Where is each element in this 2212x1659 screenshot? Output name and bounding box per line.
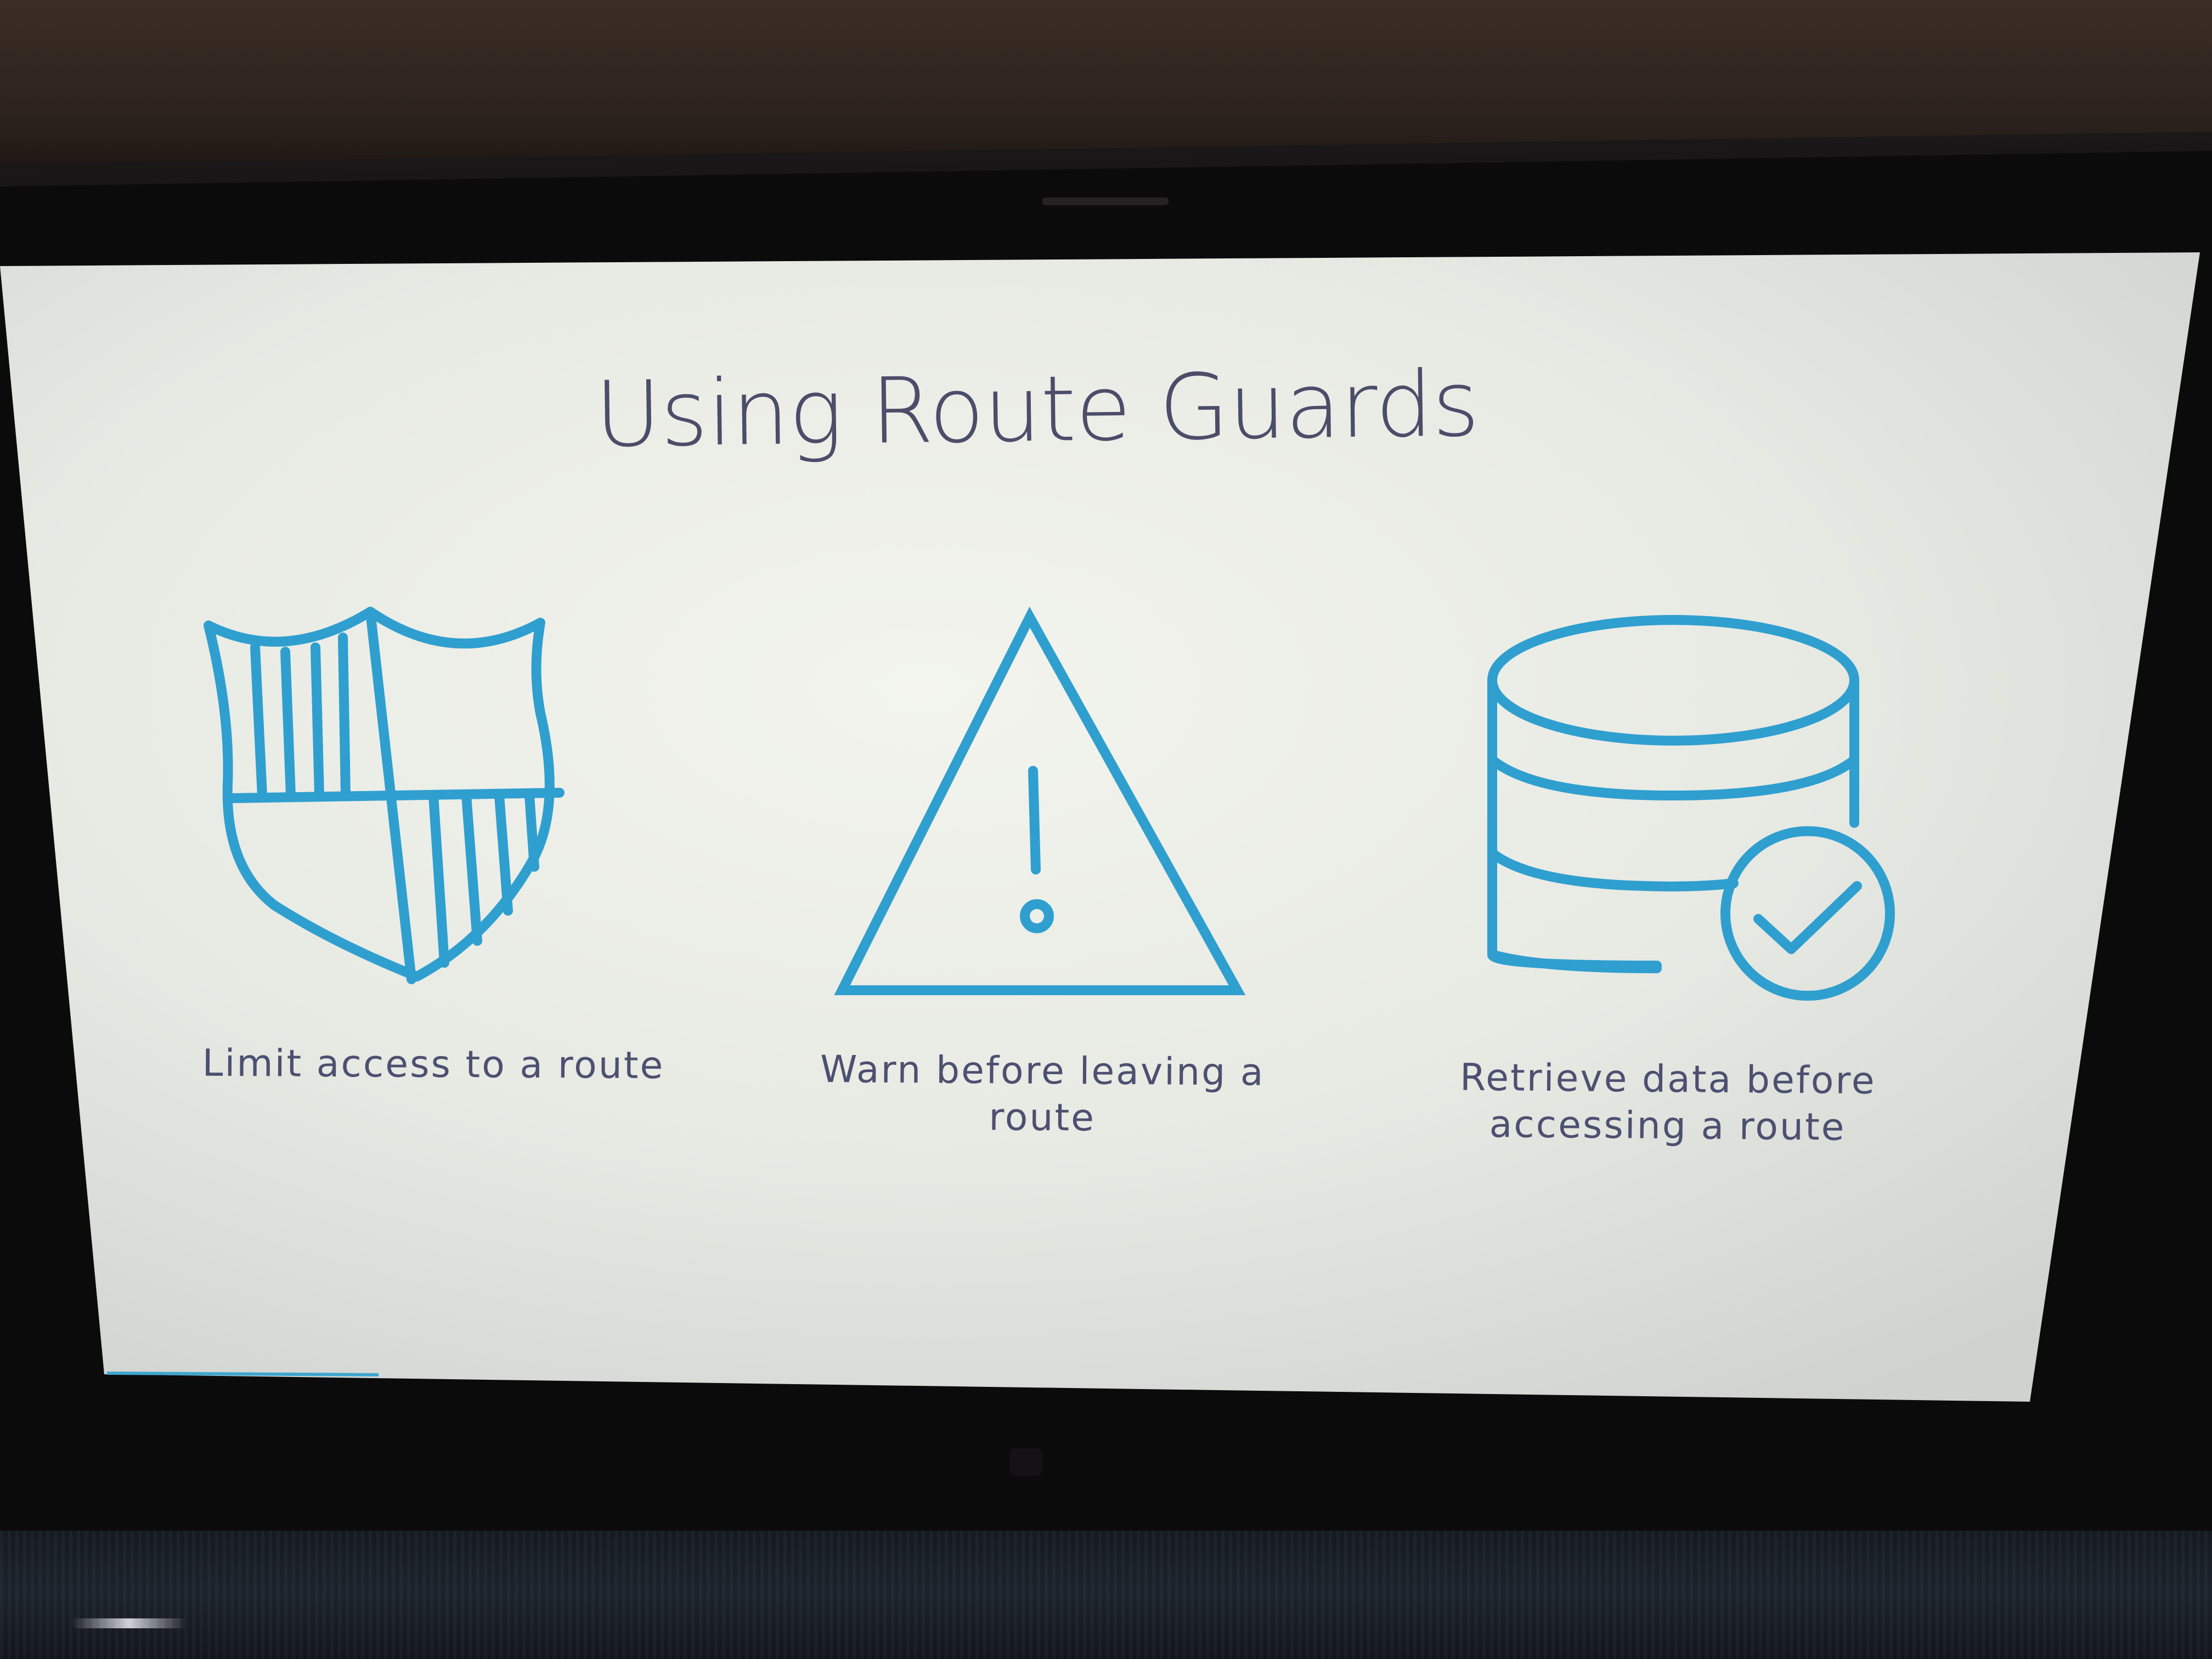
warning-triangle-icon xyxy=(834,606,1246,1001)
caption-warn-leaving: Warn before leaving a route xyxy=(820,1048,1265,1140)
check-mark xyxy=(1753,881,1862,954)
caption-limit-access: Limit access to a route xyxy=(202,1041,665,1088)
slide-progress-bar xyxy=(106,1372,379,1376)
exclamation-bar xyxy=(1028,766,1041,874)
exclamation-dot xyxy=(1020,899,1054,933)
database-check-icon xyxy=(1459,603,1909,1009)
shield-icon xyxy=(203,603,576,998)
slide-title: Using Route Guards xyxy=(594,351,1480,467)
caption-retrieve-data: Retrieve data before accessing a route xyxy=(1459,1056,1877,1149)
photo-scene: Using Route Guards Limit access to a rou… xyxy=(0,0,2212,1659)
check-circle xyxy=(1720,826,1895,1001)
